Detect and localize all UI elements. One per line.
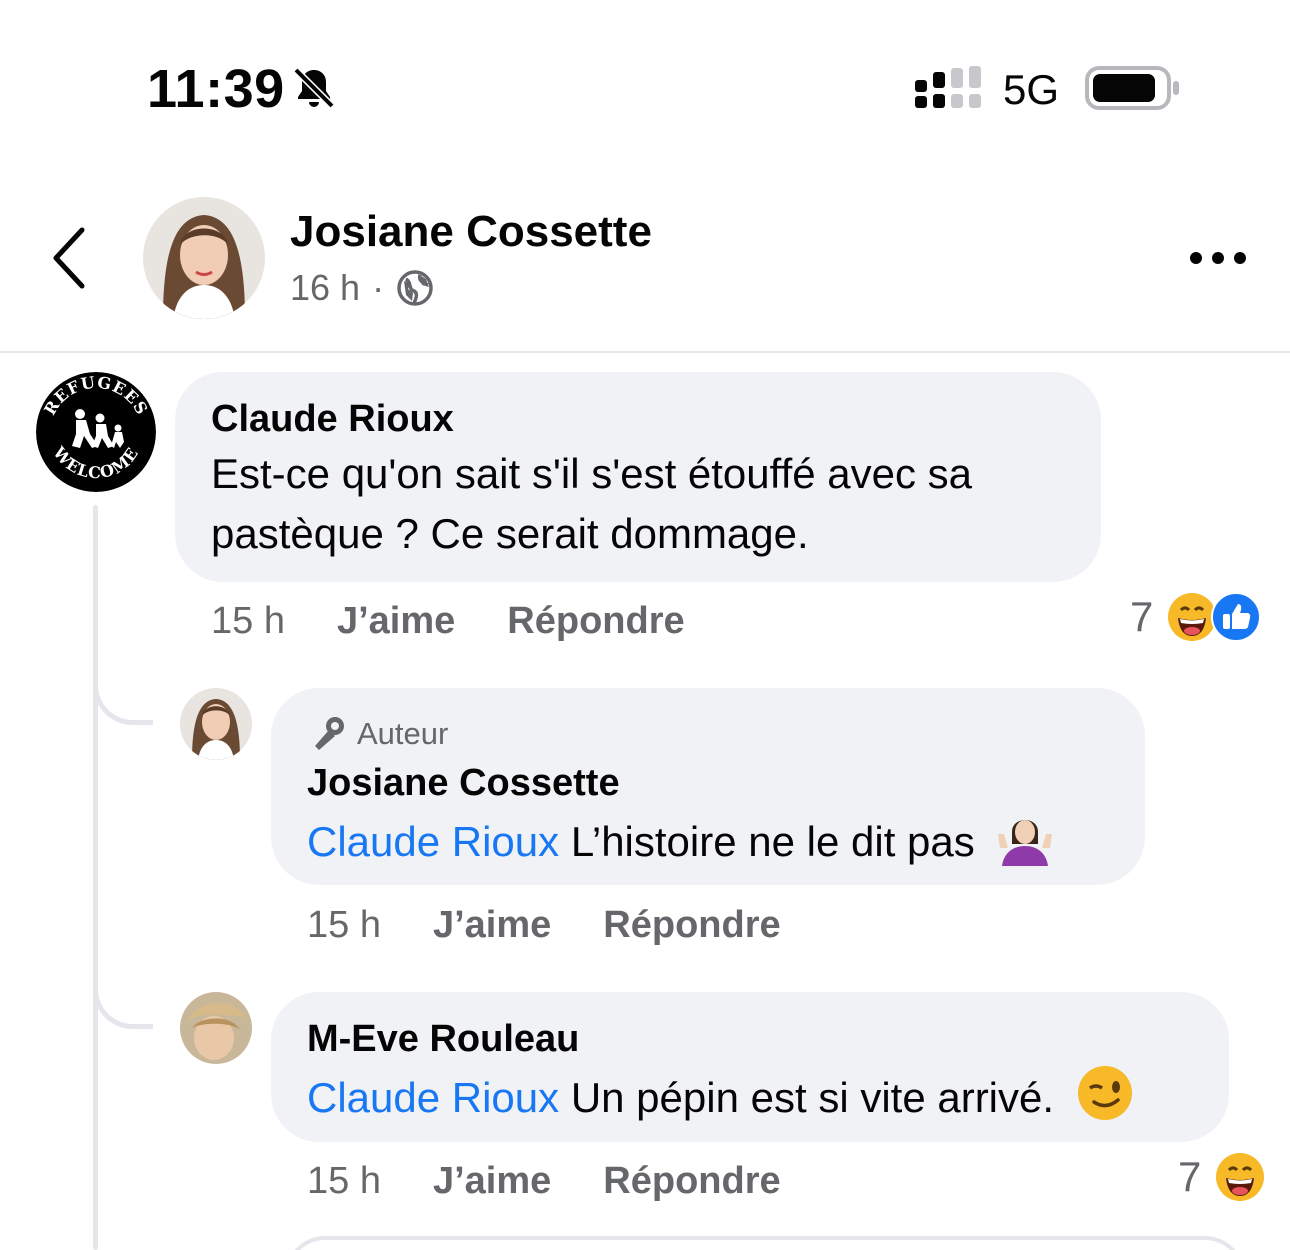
post-age: 16 h <box>290 267 361 308</box>
mention-link[interactable]: Claude Rioux <box>307 818 559 865</box>
comment-text-line: Est-ce qu'on sait s'il s'est étouffé ave… <box>211 450 973 497</box>
comment-time: 15 h <box>307 1160 381 1202</box>
comment-time: 15 h <box>307 904 381 946</box>
reaction-count: 7 <box>1130 593 1154 640</box>
comment-body: Un pépin est si vite arrivé. <box>570 1074 1055 1121</box>
meta-separator: · <box>372 267 385 308</box>
thread-line <box>93 505 98 1250</box>
refugees-welcome-avatar[interactable]: REFUGEES WELCOME <box>36 372 156 492</box>
status-time: 11:39 <box>147 59 285 119</box>
reaction-summary[interactable]: 7 <box>1178 1152 1265 1202</box>
comment-text: Claude Rioux Un pépin est si vite arrivé… <box>307 1064 1134 1128</box>
reply-button[interactable]: Répondre <box>603 904 780 947</box>
comment-author[interactable]: M-Eve Rouleau <box>307 1018 579 1061</box>
comment-actions: 15 h J’aime Répondre <box>211 600 737 643</box>
cellular-signal-icon <box>915 66 981 108</box>
reply-button[interactable]: Répondre <box>507 600 684 643</box>
thread-branch <box>93 680 153 725</box>
winking-face-icon <box>1077 1066 1132 1120</box>
commenter-avatar[interactable] <box>180 992 252 1064</box>
chevron-left-icon[interactable] <box>44 222 96 294</box>
header-divider <box>0 351 1290 353</box>
laughing-face-icon <box>1168 593 1217 641</box>
like-thumb-icon <box>1211 592 1262 642</box>
thread-branch <box>93 984 153 1029</box>
comment-actions: 15 h J’aime Répondre <box>307 1160 833 1203</box>
globe-icon <box>397 270 433 306</box>
comment-actions: 15 h J’aime Répondre <box>307 904 833 947</box>
post-author-name[interactable]: Josiane Cossette <box>290 207 652 257</box>
post-author-avatar[interactable] <box>143 197 265 319</box>
network-type: 5G <box>1003 66 1060 113</box>
battery-icon <box>1085 66 1179 110</box>
post-meta: 16 h · <box>290 267 434 309</box>
reply-button[interactable]: Répondre <box>603 1160 780 1203</box>
shrug-emoji-icon <box>998 820 1053 866</box>
reaction-count: 7 <box>1178 1153 1202 1200</box>
microphone-icon <box>315 717 344 750</box>
mention-link[interactable]: Claude Rioux <box>307 1074 559 1121</box>
like-button[interactable]: J’aime <box>337 600 455 643</box>
like-button[interactable]: J’aime <box>433 1160 551 1203</box>
more-dots-icon[interactable] <box>1186 240 1250 276</box>
like-button[interactable]: J’aime <box>433 904 551 947</box>
bell-slash-icon <box>293 67 335 109</box>
comment-author[interactable]: Josiane Cossette <box>307 762 620 805</box>
comment-text-line: pastèque ? Ce serait dommage. <box>211 510 809 557</box>
comment-text: Claude Rioux L’histoire ne le dit pas <box>307 808 1054 872</box>
commenter-avatar[interactable] <box>180 688 252 760</box>
comment-body: L’histoire ne le dit pas <box>570 818 975 865</box>
laughing-face-icon <box>1216 1153 1265 1201</box>
comment-author[interactable]: Claude Rioux <box>211 398 454 441</box>
author-badge-label: Auteur <box>357 716 449 751</box>
author-badge: Auteur <box>307 714 448 754</box>
reaction-summary[interactable]: 7 <box>1130 592 1262 642</box>
next-comment-bubble[interactable] <box>285 1236 1245 1250</box>
comment-time: 15 h <box>211 600 285 642</box>
